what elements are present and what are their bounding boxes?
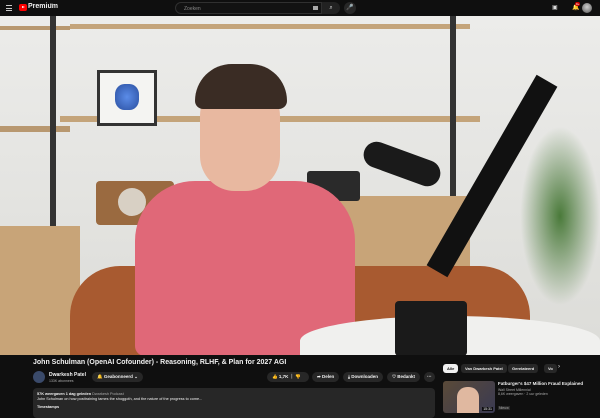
subscribe-label: Geabonneerd (103, 374, 133, 379)
youtube-logo-icon[interactable] (19, 4, 27, 11)
timestamps-label: Timestamps (37, 405, 60, 409)
description-text: John Schulman on how posttraining tames … (37, 397, 203, 401)
thumbnail-person (457, 387, 479, 413)
create-icon[interactable]: ▣ (552, 4, 558, 11)
shelf (70, 24, 470, 29)
download-button[interactable]: ⤓ Downloaden (343, 372, 383, 382)
more-actions-button[interactable]: ⋯ (424, 372, 435, 382)
description-box[interactable]: 57K weergaven 1 dag geleden Dwarkesh Pod… (33, 388, 435, 418)
download-label: Downloaden (351, 374, 378, 379)
views-date: 57K weergaven 1 dag geleden (37, 392, 92, 396)
top-nav: Premium NL Zoeken ⌕ 🎤 ▣ 🔔 9+ (0, 0, 600, 16)
recommended-title[interactable]: Fatburger's $47 Million Fraud Explained (498, 381, 596, 387)
duration: 15:31 (482, 407, 493, 411)
chip-all[interactable]: Alle (443, 364, 459, 373)
avatar[interactable] (582, 3, 592, 13)
recommended-thumbnail[interactable]: 15:31 (443, 381, 495, 413)
cabinet (0, 226, 80, 355)
microphone (359, 138, 445, 190)
new-badge: Nieuw (498, 406, 510, 410)
share-button[interactable]: ➦ Delen (312, 372, 340, 382)
keyboard-icon[interactable] (313, 6, 318, 10)
menu-icon[interactable] (6, 5, 12, 11)
subscribe-button[interactable]: 🔔 Geabonneerd ⌄ (92, 372, 143, 382)
recommended-info[interactable]: Fatburger's $47 Million Fraud Explained … (498, 381, 596, 414)
thanks-button[interactable]: ♡ Bedankt (387, 372, 421, 382)
butterfly (115, 84, 139, 110)
country-code: NL (50, 2, 54, 6)
chip-more[interactable]: Vo (544, 364, 557, 373)
hair (195, 64, 287, 109)
video-player[interactable] (0, 16, 600, 355)
shelf (0, 126, 70, 132)
share-label: Delen (322, 374, 335, 379)
search-button[interactable]: ⌕ (322, 2, 340, 14)
shelf (0, 26, 70, 30)
like-button[interactable]: 👍 1,7K ｜ 👎 (267, 372, 309, 382)
microphone-icon[interactable]: 🎤 (344, 2, 356, 14)
chip-related[interactable]: Gerelateerd (508, 364, 539, 373)
plant (520, 126, 600, 306)
mug (395, 301, 467, 355)
thanks-label: Bedankt (397, 374, 416, 379)
video-title: John Schulman (OpenAI Cofounder) - Reaso… (33, 359, 287, 366)
search-input[interactable]: Zoeken (175, 2, 322, 14)
like-count: 1,7K (278, 374, 289, 379)
channel-name[interactable]: Dwarkesh Patel (49, 372, 86, 378)
hashtag[interactable]: Dwarkesh Podcast (92, 392, 124, 396)
channel-avatar[interactable] (33, 371, 45, 383)
subscriber-count: 133K abonnees (49, 379, 74, 383)
notification-badge: 9+ (575, 2, 581, 6)
chip-from-channel[interactable]: Van Dwarkesh Patel (461, 364, 507, 373)
chevron-right-icon[interactable]: › (558, 364, 560, 370)
recommended-meta: 8,6K weergaven · 2 uur geleden (498, 392, 548, 396)
